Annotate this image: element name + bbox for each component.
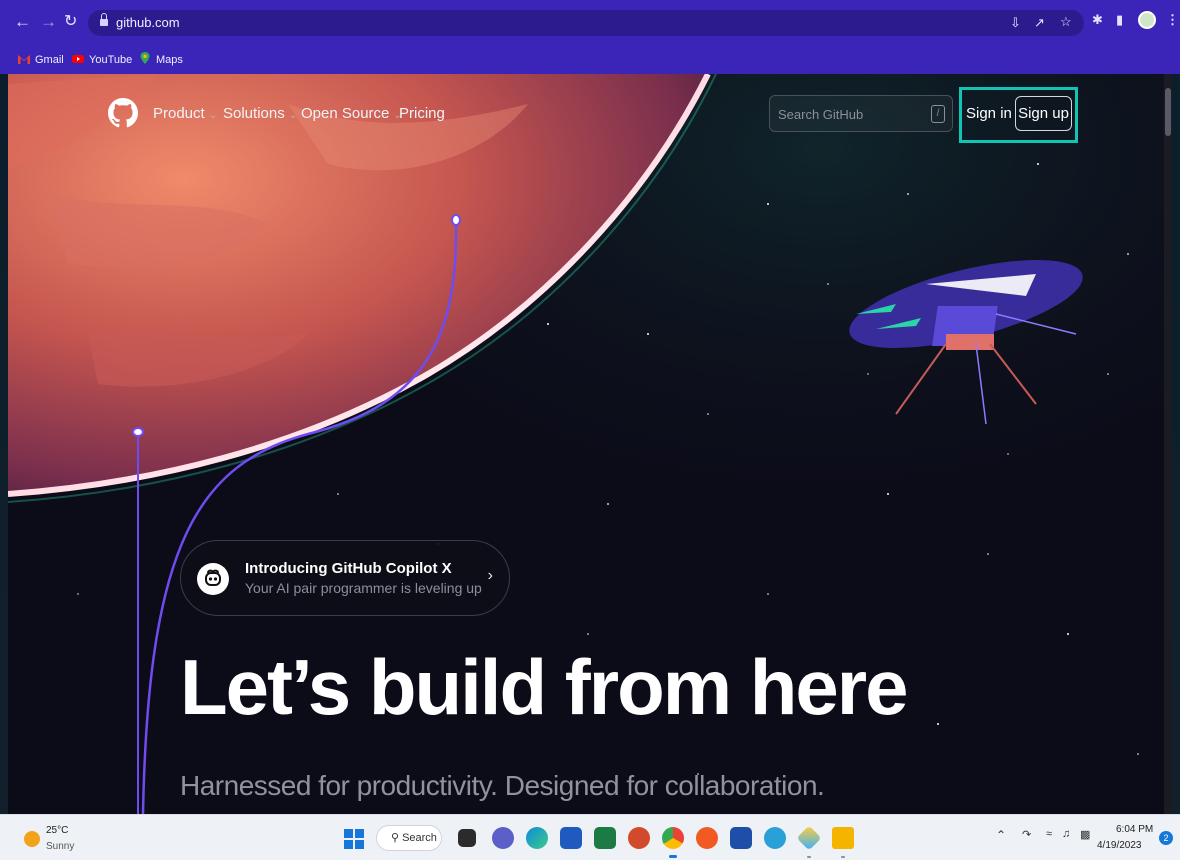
github-logo-icon[interactable] bbox=[108, 98, 138, 128]
sign-up-button[interactable]: Sign up bbox=[1015, 96, 1072, 131]
gmail-icon bbox=[18, 55, 30, 64]
task-view-icon[interactable] bbox=[458, 829, 476, 847]
bookmarks-bar: Gmail YouTube Maps bbox=[0, 46, 1180, 74]
taskbar-search-label: Search bbox=[402, 832, 437, 844]
youtube-icon bbox=[72, 55, 84, 63]
github-homepage: Product ⌄ Solutions ⌄ Open Source ⌄ Pricing… bbox=[8, 74, 1172, 814]
github-header: Product ⌄ Solutions ⌄ Open Source ⌄ Pricing… bbox=[8, 74, 1172, 154]
bookmark-star-icon[interactable]: ☆ bbox=[1060, 14, 1072, 30]
clock-time[interactable]: 6:04 PM bbox=[1116, 824, 1153, 835]
chevron-up-icon[interactable]: ⌃ bbox=[996, 828, 1006, 842]
weather-temperature[interactable]: 25°C bbox=[46, 825, 68, 836]
bookmark-label: Maps bbox=[156, 54, 183, 66]
store-icon[interactable] bbox=[730, 827, 752, 849]
share-icon[interactable]: ↗ bbox=[1034, 15, 1045, 31]
search-shortcut-key: / bbox=[931, 105, 945, 123]
chevron-down-icon: ⌄ bbox=[208, 110, 218, 121]
running-app-indicator bbox=[807, 856, 811, 858]
promo-subtitle: Your AI pair programmer is leveling up bbox=[245, 580, 482, 596]
side-panel-icon[interactable]: ▮ bbox=[1116, 12, 1123, 28]
reload-icon[interactable]: ↻ bbox=[64, 12, 77, 32]
search-github[interactable]: / bbox=[769, 95, 953, 132]
copilot-icon bbox=[197, 563, 229, 595]
search-icon: ⚲ bbox=[391, 832, 400, 844]
taskbar-search[interactable]: ⚲ Search bbox=[376, 825, 442, 851]
soundcloud-icon[interactable] bbox=[696, 827, 718, 849]
hero-subtitle: Harnessed for productivity. Designed for… bbox=[180, 770, 825, 801]
nav-solutions-label: Solutions bbox=[223, 105, 285, 122]
promo-title: Introducing GitHub Copilot X bbox=[245, 560, 452, 577]
back-icon[interactable]: ← bbox=[14, 12, 31, 32]
forward-icon[interactable]: → bbox=[40, 12, 57, 32]
windows-start-icon[interactable] bbox=[344, 829, 364, 849]
screen: ← → ↻ github.com ⇩ ↗ ☆ ✱ ▮ ⋮ Gmail YouTu… bbox=[0, 0, 1180, 860]
telegram-icon[interactable] bbox=[764, 827, 786, 849]
lock-icon bbox=[100, 13, 108, 27]
browser-toolbar: ← → ↻ github.com ⇩ ↗ ☆ ✱ ▮ ⋮ bbox=[0, 0, 1180, 46]
nav-product-label: Product bbox=[153, 105, 205, 122]
nav-open-source-label: Open Source bbox=[301, 105, 390, 122]
excel-icon[interactable] bbox=[594, 827, 616, 849]
wifi-icon[interactable]: ≈ bbox=[1046, 828, 1052, 840]
file-explorer-icon[interactable] bbox=[832, 827, 854, 849]
notification-badge[interactable]: 2 bbox=[1159, 831, 1173, 845]
nav-pricing-label: Pricing bbox=[399, 105, 445, 122]
volume-icon[interactable]: ♫ bbox=[1062, 828, 1070, 840]
weather-sun-icon[interactable] bbox=[24, 831, 40, 847]
browser-menu-icon[interactable]: ⋮ bbox=[1166, 12, 1179, 28]
powerpoint-icon[interactable] bbox=[628, 827, 650, 849]
weather-condition[interactable]: Sunny bbox=[46, 841, 74, 852]
hero-title: Let’s build from here bbox=[180, 643, 909, 731]
nav-open-source[interactable]: Open Source ⌄ bbox=[301, 105, 402, 122]
clock-date[interactable]: 4/19/2023 bbox=[1097, 840, 1142, 851]
nav-product[interactable]: Product ⌄ bbox=[153, 105, 217, 122]
page-scrollbar[interactable] bbox=[1164, 74, 1172, 814]
bookmark-gmail[interactable]: Gmail bbox=[18, 51, 64, 69]
chevron-down-icon: ⌄ bbox=[288, 110, 298, 121]
chevron-right-icon: › bbox=[487, 567, 493, 584]
copilot-promo-banner[interactable]: Introducing GitHub Copilot X Your AI pai… bbox=[180, 540, 510, 616]
bookmark-maps[interactable]: Maps bbox=[139, 51, 183, 69]
running-app-indicator bbox=[841, 856, 845, 858]
bookmark-label: YouTube bbox=[89, 54, 133, 66]
nav-solutions[interactable]: Solutions ⌄ bbox=[223, 105, 297, 122]
sign-in-link[interactable]: Sign in bbox=[966, 105, 1012, 122]
pen-input-icon[interactable]: ↷ bbox=[1022, 828, 1031, 841]
bookmark-youtube[interactable]: YouTube bbox=[72, 51, 132, 69]
windows-taskbar: 25°C Sunny ⚲ Search ⌃ ↷ ≈ ♫ ▩ 6:04 PM 4/1… bbox=[0, 814, 1180, 860]
maps-icon bbox=[140, 52, 150, 64]
active-app-indicator bbox=[669, 855, 677, 858]
teams-chat-icon[interactable] bbox=[492, 827, 514, 849]
url-text: github.com bbox=[116, 15, 180, 30]
figma-app-icon[interactable] bbox=[796, 825, 822, 851]
bookmark-label: Gmail bbox=[35, 54, 64, 66]
chrome-browser-icon[interactable] bbox=[662, 827, 684, 849]
search-input[interactable] bbox=[778, 104, 918, 124]
scrollbar-thumb[interactable] bbox=[1165, 88, 1171, 136]
address-bar[interactable]: github.com ⇩ ↗ ☆ bbox=[88, 10, 1084, 36]
battery-icon[interactable]: ▩ bbox=[1080, 828, 1090, 841]
profile-avatar[interactable] bbox=[1138, 11, 1156, 29]
extensions-icon[interactable]: ✱ bbox=[1092, 12, 1103, 28]
edge-browser-icon[interactable] bbox=[526, 827, 548, 849]
word-icon[interactable] bbox=[560, 827, 582, 849]
nav-pricing[interactable]: Pricing bbox=[399, 105, 445, 122]
install-icon[interactable]: ⇩ bbox=[1010, 15, 1021, 31]
